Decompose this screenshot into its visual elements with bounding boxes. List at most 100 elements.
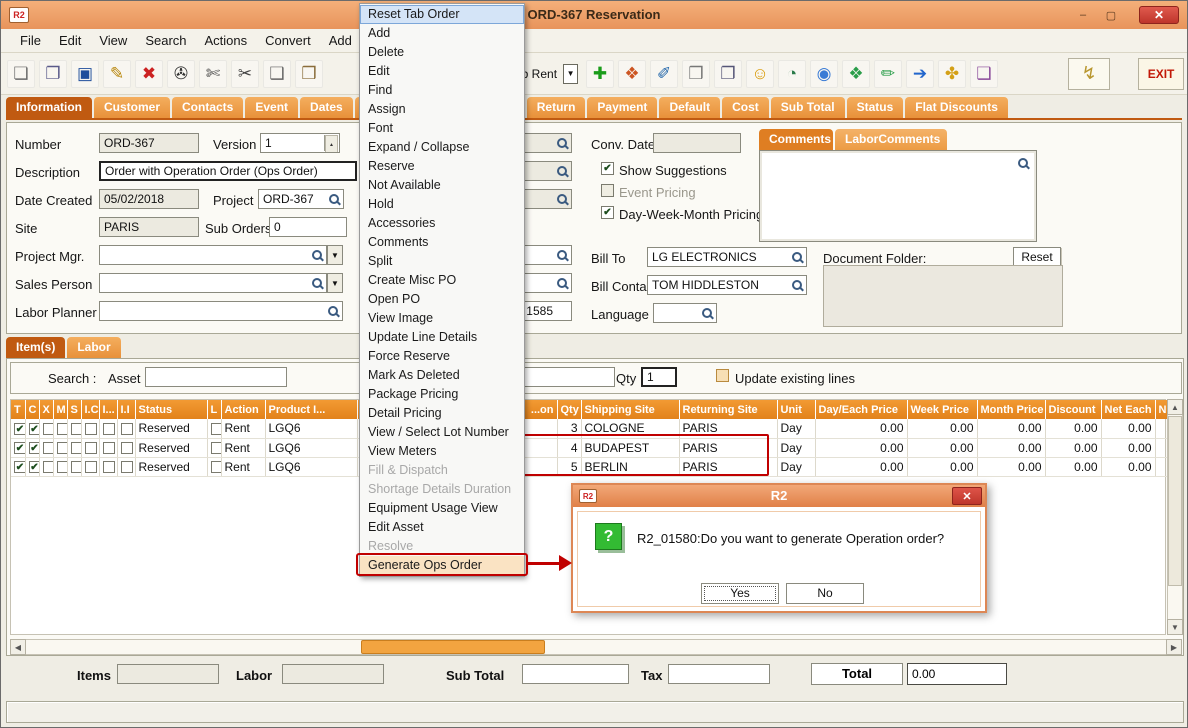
no-button[interactable]: No xyxy=(786,583,864,604)
context-menu-item[interactable]: Add xyxy=(360,24,524,43)
context-menu-item[interactable]: Find xyxy=(360,81,524,100)
lookup-icon[interactable] xyxy=(556,137,569,150)
context-menu-item[interactable]: Comments xyxy=(360,233,524,252)
sales-person-dropdown[interactable]: ▼ xyxy=(327,273,343,293)
sub-orders-field[interactable]: 0 xyxy=(269,217,347,237)
document-folder-box[interactable] xyxy=(823,265,1063,327)
copy-icon[interactable]: ❑ xyxy=(263,60,291,88)
tax-field[interactable] xyxy=(668,664,770,684)
print-report-icon[interactable]: ❐ xyxy=(714,60,742,88)
labor-planner-field[interactable] xyxy=(99,301,343,321)
add-item-icon[interactable]: ✚ xyxy=(586,60,614,88)
row-checkbox[interactable] xyxy=(57,442,68,454)
lookup-icon[interactable] xyxy=(328,193,341,206)
lookup-icon[interactable] xyxy=(791,279,804,292)
sales-person-field[interactable] xyxy=(99,273,327,293)
row-checkbox[interactable] xyxy=(57,461,68,473)
row-checkbox[interactable] xyxy=(85,423,97,435)
row-checkbox[interactable] xyxy=(211,423,222,435)
reset-button[interactable]: Reset xyxy=(1013,247,1061,267)
scroll-left-icon[interactable]: ◀ xyxy=(10,639,26,655)
plug-icon[interactable]: ↯ xyxy=(1068,58,1110,90)
tab[interactable]: Flat Discounts xyxy=(905,97,1008,118)
context-menu-item[interactable]: Accessories xyxy=(360,214,524,233)
project-field[interactable]: ORD-367 xyxy=(258,189,344,209)
edit-pencil-icon[interactable]: ✎ xyxy=(103,60,131,88)
lookup-icon[interactable] xyxy=(556,193,569,206)
context-menu-item[interactable]: Force Reserve xyxy=(360,347,524,366)
menubar-item[interactable]: File xyxy=(11,33,50,48)
column-header[interactable]: I.C xyxy=(81,400,99,419)
row-checkbox[interactable] xyxy=(71,423,82,435)
asset-search-input[interactable] xyxy=(145,367,287,387)
row-checkbox[interactable] xyxy=(103,461,115,473)
tab[interactable]: Customer xyxy=(94,97,170,118)
language-field[interactable] xyxy=(653,303,717,323)
delete-icon[interactable]: ✖ xyxy=(135,60,163,88)
bill-to-field[interactable]: LG ELECTRONICS xyxy=(647,247,807,267)
cut-icon[interactable]: ✂ xyxy=(231,60,259,88)
labor-total-field[interactable] xyxy=(282,664,384,684)
context-menu-item[interactable]: Expand / Collapse xyxy=(360,138,524,157)
tab-labor[interactable]: Labor xyxy=(67,337,120,358)
print-icon[interactable]: ❐ xyxy=(39,60,67,88)
save-icon[interactable]: ▣ xyxy=(71,60,99,88)
column-header[interactable]: Discount xyxy=(1045,400,1101,419)
comments-textarea[interactable] xyxy=(759,150,1037,242)
lookup-icon[interactable] xyxy=(556,249,569,262)
row-checkbox[interactable] xyxy=(71,442,82,454)
cubes-icon[interactable]: ❖ xyxy=(842,60,870,88)
row-checkbox[interactable] xyxy=(71,461,82,473)
tab[interactable]: Event xyxy=(245,97,298,118)
vertical-scrollbar[interactable]: ▲ ▼ xyxy=(1167,399,1183,635)
column-header[interactable]: Unit xyxy=(777,400,815,419)
project-mgr-field[interactable] xyxy=(99,245,327,265)
vertical-scroll-thumb[interactable] xyxy=(1168,416,1182,586)
row-checkbox[interactable]: ✔ xyxy=(14,461,25,473)
context-menu-item[interactable]: Hold xyxy=(360,195,524,214)
tab[interactable]: Status xyxy=(847,97,904,118)
site-field[interactable]: PARIS xyxy=(99,217,199,237)
row-checkbox[interactable] xyxy=(43,442,54,454)
dwm-pricing-checkbox[interactable]: ✔ xyxy=(601,206,614,219)
menubar-item[interactable]: Convert xyxy=(256,33,320,48)
dialog-close-button[interactable]: ✕ xyxy=(952,487,982,505)
context-menu-item[interactable]: Open PO xyxy=(360,290,524,309)
row-checkbox[interactable] xyxy=(103,442,115,454)
tab[interactable]: Cost xyxy=(722,97,769,118)
tab[interactable]: Contacts xyxy=(172,97,243,118)
column-header[interactable]: I... xyxy=(99,400,117,419)
scroll-right-icon[interactable]: ▶ xyxy=(1166,639,1182,655)
menubar-item[interactable]: Actions xyxy=(196,33,257,48)
note-green-icon[interactable]: ✏ xyxy=(874,60,902,88)
edit-note-icon[interactable]: ✐ xyxy=(650,60,678,88)
project-mgr-dropdown[interactable]: ▼ xyxy=(327,245,343,265)
horizontal-scroll-thumb[interactable] xyxy=(361,640,545,654)
tab-items[interactable]: Item(s) xyxy=(6,337,65,358)
lookup-icon[interactable] xyxy=(311,249,324,262)
lookup-icon[interactable] xyxy=(327,305,340,318)
cut-line-icon[interactable]: ✄ xyxy=(199,60,227,88)
items-total-field[interactable] xyxy=(117,664,219,684)
new-document-icon[interactable]: ❏ xyxy=(7,60,35,88)
row-checkbox[interactable] xyxy=(85,442,97,454)
column-header[interactable]: Action xyxy=(221,400,265,419)
context-menu-item[interactable]: Create Misc PO xyxy=(360,271,524,290)
menu-item-reset-tab-order[interactable]: Reset Tab Order xyxy=(360,5,524,24)
yes-button[interactable]: Yes xyxy=(701,583,779,604)
column-header[interactable]: Day/Each Price xyxy=(815,400,907,419)
row-checkbox[interactable] xyxy=(57,423,68,435)
context-menu-item[interactable]: Update Line Details xyxy=(360,328,524,347)
row-checkbox[interactable] xyxy=(211,442,222,454)
tab[interactable]: Default xyxy=(659,97,720,118)
row-checkbox[interactable] xyxy=(43,461,54,473)
context-menu-item[interactable]: Assign xyxy=(360,100,524,119)
context-menu-item[interactable]: Equipment Usage View xyxy=(360,499,524,518)
lookup-icon[interactable] xyxy=(791,251,804,264)
options-group-icon[interactable]: ❖ xyxy=(618,60,646,88)
column-header[interactable]: I.I xyxy=(117,400,135,419)
lookup-icon[interactable] xyxy=(1017,157,1030,170)
puzzle-icon[interactable]: ❑ xyxy=(970,60,998,88)
context-menu-item[interactable]: Font xyxy=(360,119,524,138)
context-menu-item[interactable]: Package Pricing xyxy=(360,385,524,404)
